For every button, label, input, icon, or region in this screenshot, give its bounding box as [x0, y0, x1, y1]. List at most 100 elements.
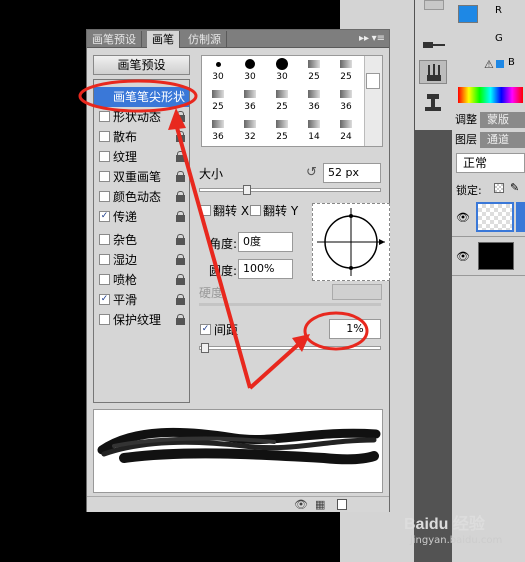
- brush-tip-cell[interactable]: 25: [298, 56, 330, 86]
- brush-grid-scrollbar[interactable]: [364, 56, 382, 146]
- eye-icon[interactable]: 👁: [456, 250, 470, 263]
- list-item-brush-tip-shape[interactable]: 画笔笔尖形状: [94, 87, 189, 107]
- list-item-airbrush[interactable]: 喷枪: [94, 270, 189, 290]
- brush-tip-angle-preview[interactable]: [312, 203, 390, 281]
- lock-icon[interactable]: [176, 111, 185, 122]
- checkbox[interactable]: [99, 254, 110, 265]
- eye-icon[interactable]: 👁: [456, 211, 470, 224]
- checkbox[interactable]: [99, 131, 110, 142]
- tab-clone-source[interactable]: 仿制源: [183, 31, 227, 48]
- clone-source-tool-icon[interactable]: [419, 90, 447, 114]
- brush-panel-tool-icon[interactable]: [419, 60, 447, 84]
- checkbox[interactable]: [99, 171, 110, 182]
- color-ramp[interactable]: [458, 87, 523, 103]
- lock-icon[interactable]: [176, 254, 185, 265]
- checkbox-checked[interactable]: ✓: [99, 211, 110, 222]
- new-preset-icon[interactable]: [337, 499, 347, 510]
- flip-x-checkbox[interactable]: [200, 205, 211, 216]
- size-field[interactable]: 52 px: [323, 163, 381, 183]
- brush-tip-size: 24: [340, 132, 352, 142]
- list-item-color-dynamics[interactable]: 颜色动态: [94, 187, 189, 207]
- lock-icon[interactable]: [176, 234, 185, 245]
- brush-tip-cell[interactable]: 36: [298, 86, 330, 116]
- toggle-live-tip-icon[interactable]: 👁: [294, 498, 308, 511]
- brush-presets-button[interactable]: 画笔预设: [93, 55, 190, 75]
- spacing-checkbox[interactable]: ✓: [200, 324, 211, 335]
- spacing-slider[interactable]: [199, 346, 381, 350]
- list-item-shape-dynamics[interactable]: 形状动态: [94, 107, 189, 127]
- tool-swatch-icon[interactable]: [424, 0, 444, 10]
- checkbox[interactable]: [99, 151, 110, 162]
- list-item-dual-brush[interactable]: 双重画笔: [94, 167, 189, 187]
- checkbox-checked[interactable]: ✓: [99, 294, 110, 305]
- checkbox[interactable]: [99, 234, 110, 245]
- spacing-slider-knob[interactable]: [200, 343, 209, 353]
- spacing-label: 间距: [214, 323, 239, 337]
- lock-icon[interactable]: [176, 274, 185, 285]
- brush-tip-cell[interactable]: 25: [266, 86, 298, 116]
- list-item-transfer[interactable]: ✓ 传递: [94, 207, 189, 227]
- flip-y-checkbox[interactable]: [250, 205, 261, 216]
- brush-tip-cell[interactable]: 25: [266, 116, 298, 146]
- lock-icon[interactable]: [176, 191, 185, 202]
- brush-tip-cell[interactable]: 30: [202, 56, 234, 86]
- list-item-label: 喷枪: [113, 273, 138, 287]
- brush-tip-cell[interactable]: 36: [234, 86, 266, 116]
- brush-tip-size: 25: [340, 72, 352, 82]
- brush-tip-cell[interactable]: 36: [330, 86, 362, 116]
- list-item-scattering[interactable]: 散布: [94, 127, 189, 147]
- brush-tip-cell[interactable]: 24: [330, 116, 362, 146]
- brush-stroke-icon: [97, 427, 381, 465]
- roundness-field[interactable]: 100%: [238, 259, 293, 279]
- collapse-icon[interactable]: ▸▸: [359, 33, 369, 44]
- spacing-field[interactable]: 1%: [329, 319, 381, 339]
- list-item-texture[interactable]: 纹理: [94, 147, 189, 167]
- brush-tip-cell[interactable]: 25: [202, 86, 234, 116]
- size-slider-knob[interactable]: [242, 185, 251, 195]
- lock-icon[interactable]: [176, 171, 185, 182]
- brush-preset-tool-icon[interactable]: [419, 34, 447, 58]
- brush-tip-cell[interactable]: 36: [202, 116, 234, 146]
- list-item-noise[interactable]: 杂色: [94, 230, 189, 250]
- layer-row[interactable]: 👁: [452, 199, 525, 237]
- angle-field[interactable]: 0度: [238, 232, 293, 252]
- list-item-smoothing[interactable]: ✓ 平滑: [94, 290, 189, 310]
- lock-icon[interactable]: [176, 211, 185, 222]
- lock-label: 锁定:: [456, 184, 482, 197]
- reset-size-icon[interactable]: ↺: [306, 165, 317, 180]
- brush-tip-cell[interactable]: 25: [330, 56, 362, 86]
- lock-icon[interactable]: [176, 151, 185, 162]
- panel-menu-icon[interactable]: ▾≡: [372, 33, 385, 44]
- checkbox[interactable]: [99, 111, 110, 122]
- tab-adjustments[interactable]: 调整: [452, 112, 480, 128]
- angle-label: 角度:: [209, 237, 238, 251]
- hardness-slider-disabled: [199, 303, 381, 306]
- grid-icon[interactable]: ▦: [315, 498, 325, 511]
- lock-paint-icon[interactable]: ✎: [510, 181, 519, 194]
- tab-channels[interactable]: 通道: [484, 132, 512, 148]
- foreground-color-swatch[interactable]: [458, 5, 478, 23]
- layer-row[interactable]: 👁: [452, 238, 525, 276]
- gamut-swatch[interactable]: [496, 60, 504, 68]
- brush-tip-cell[interactable]: 32: [234, 116, 266, 146]
- brush-tip-cell[interactable]: 14: [298, 116, 330, 146]
- list-item-protect-texture[interactable]: 保护纹理: [94, 310, 189, 330]
- tab-brush-presets[interactable]: 画笔预设: [87, 31, 142, 48]
- tab-layers[interactable]: 图层: [452, 132, 480, 148]
- blend-mode-select[interactable]: 正常: [456, 153, 525, 173]
- warning-icon[interactable]: ⚠: [484, 58, 494, 71]
- lock-icon[interactable]: [176, 294, 185, 305]
- tab-masks[interactable]: 蒙版: [484, 112, 512, 128]
- tab-brush[interactable]: 画笔: [147, 31, 180, 48]
- lock-icon[interactable]: [176, 314, 185, 325]
- brush-tip-cell[interactable]: 30: [234, 56, 266, 86]
- list-item-wet-edges[interactable]: 湿边: [94, 250, 189, 270]
- checkbox[interactable]: [99, 191, 110, 202]
- size-slider[interactable]: [199, 188, 381, 192]
- lock-transparency-icon[interactable]: [494, 183, 504, 193]
- checkbox[interactable]: [99, 274, 110, 285]
- lock-icon[interactable]: [176, 131, 185, 142]
- scrollbar-thumb[interactable]: [366, 73, 380, 89]
- checkbox[interactable]: [99, 314, 110, 325]
- brush-tip-cell[interactable]: 30: [266, 56, 298, 86]
